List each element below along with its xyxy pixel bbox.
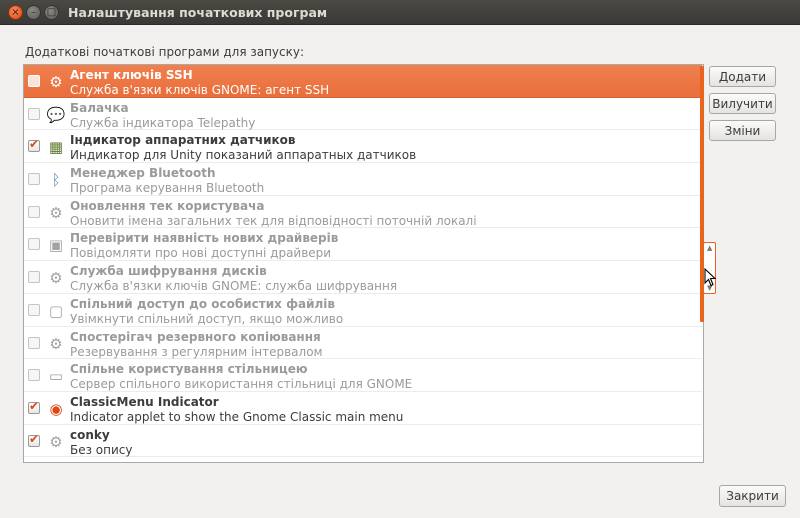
program-description: Служба індикатора Telepathy xyxy=(70,115,256,130)
driver-chip-icon: ▣ xyxy=(48,236,64,255)
enable-checkbox[interactable] xyxy=(28,271,40,284)
program-name: Балачка xyxy=(70,100,129,115)
scroll-up-icon: ▲ xyxy=(707,244,713,252)
program-description: Сервер спільного використання стільниці … xyxy=(70,377,413,392)
gears-icon: ⚙ xyxy=(49,73,63,91)
folder-share-icon: ▢ xyxy=(48,301,64,320)
program-description: Служба в'язки ключів GNOME: служба шифру… xyxy=(70,279,398,294)
enable-checkbox[interactable] xyxy=(28,137,40,153)
program-name: conky xyxy=(70,427,110,442)
startup-programs-list-inner: ⚙ Агент ключів SSH Служба в'язки ключів GN… xyxy=(24,65,702,458)
program-name: Агент ключів SSH xyxy=(70,68,193,82)
close-icon: × xyxy=(11,6,20,18)
list-item[interactable]: ⚙ Агент ключів SSH Служба в'язки ключів GN… xyxy=(24,65,702,98)
window-maximize-button[interactable]: □ xyxy=(44,5,59,20)
chat-bubble-icon: 💬 xyxy=(46,105,66,124)
hardware-chip-icon: ▦ xyxy=(48,138,64,157)
program-name: ClassicMenu Indicator xyxy=(70,394,219,409)
list-item-text: Спільний доступ до особистих файлів Увімк… xyxy=(70,297,698,327)
list-item[interactable]: 💬 Балачка Служба індикатора Telepathy xyxy=(24,98,702,131)
startup-programs-list[interactable]: ⚙ Агент ключів SSH Служба в'язки ключів GN… xyxy=(23,64,704,463)
bluetooth-icon: ᛒ xyxy=(51,171,61,190)
list-item[interactable]: ⚙ Оновлення тек користувача Оновити імена … xyxy=(24,196,702,229)
enable-checkbox[interactable] xyxy=(28,107,40,120)
startup-programs-label: Додаткові початкові програми для запуску… xyxy=(25,45,305,59)
list-item-text: Спостерігач резервного копіювання Резерву… xyxy=(70,330,698,360)
list-item[interactable]: ᛒ Менеджер Bluetooth Програма керування Bl… xyxy=(24,163,702,196)
program-description: Indicator applet to show the Gnome Class… xyxy=(70,409,404,424)
window-title: Налаштування початкових програм xyxy=(68,5,328,20)
enable-checkbox[interactable] xyxy=(28,369,40,382)
list-item[interactable]: ⚙ conkyБез опису xyxy=(24,425,702,458)
program-name: Перевірити наявність нових драйверів xyxy=(70,231,339,246)
close-button[interactable]: Закрити xyxy=(719,485,786,507)
window-minimize-button[interactable]: – xyxy=(26,5,41,20)
window-titlebar: × – □ Налаштування початкових програм xyxy=(0,0,800,25)
add-button[interactable]: Додати xyxy=(709,66,776,87)
program-description: Увімкнути спільний доступ, якщо можливо xyxy=(70,311,344,326)
list-item-text: Менеджер Bluetooth Програма керування Blu… xyxy=(70,166,698,196)
gears-icon: ⚙ xyxy=(49,203,63,222)
program-name: Спільний доступ до особистих файлів xyxy=(70,296,335,311)
program-description: Служба в'язки ключів GNOME: агент SSH xyxy=(70,83,330,97)
enable-checkbox[interactable] xyxy=(28,432,40,447)
list-item-text: Служба шифрування дисків Служба в'язки кл… xyxy=(70,264,698,294)
enable-checkbox[interactable] xyxy=(28,303,40,316)
list-item-text: Спільне користування стільницею Сервер сп… xyxy=(70,362,698,392)
program-description: Оновити імена загальних тек для відповід… xyxy=(70,213,477,228)
list-item-text: conky Без опису xyxy=(70,428,698,458)
ubuntu-logo-icon: ◉ xyxy=(49,399,63,418)
mouse-pointer-icon xyxy=(704,268,717,287)
desktop-share-icon: ▭ xyxy=(48,367,64,386)
program-description: Повідомляти про нові доступні драйвери xyxy=(70,246,332,261)
edit-button[interactable]: Зміни xyxy=(709,120,776,141)
program-name: Менеджер Bluetooth xyxy=(70,166,216,181)
program-description: Без опису xyxy=(70,442,133,457)
list-item-text: Перевірити наявність нових драйверів Пові… xyxy=(70,231,698,261)
window-close-button[interactable]: × xyxy=(8,5,23,20)
list-item[interactable]: ▢ Спільний доступ до особистих файлів Увім… xyxy=(24,294,702,327)
gears-icon: ⚙ xyxy=(49,334,63,353)
enable-checkbox[interactable] xyxy=(28,399,40,414)
list-item-text: Оновлення тек користувача Оновити імена з… xyxy=(70,199,698,229)
program-description: Резервування з регулярним інтервалом xyxy=(70,344,323,359)
program-name: Індикатор аппаратних датчиков xyxy=(70,133,296,148)
list-item[interactable]: ▣ Перевірити наявність нових драйверів Пов… xyxy=(24,228,702,262)
enable-checkbox[interactable] xyxy=(28,205,40,218)
list-item[interactable]: ▦ Індикатор аппаратних датчиковИндикатор … xyxy=(24,130,702,164)
program-name: Спільне користування стільницею xyxy=(70,362,308,377)
enable-checkbox[interactable] xyxy=(28,173,40,186)
program-description: Програма керування Bluetooth xyxy=(70,181,265,196)
list-item-text: Балачка Служба індикатора Telepathy xyxy=(70,101,698,131)
enable-checkbox[interactable] xyxy=(28,75,40,87)
gears-icon: ⚙ xyxy=(49,269,63,288)
list-item[interactable]: ⚙ Спостерігач резервного копіювання Резерв… xyxy=(24,327,702,360)
enable-checkbox[interactable] xyxy=(28,238,40,251)
remove-button[interactable]: Вилучити xyxy=(709,93,776,114)
list-item[interactable]: ⚙ Служба шифрування дисків Служба в'язки к… xyxy=(24,261,702,294)
program-name: Оновлення тек користувача xyxy=(70,198,265,213)
program-description: Индикатор для Unity показаний аппаратных… xyxy=(70,148,417,163)
program-name: Спостерігач резервного копіювання xyxy=(70,329,321,344)
minimize-icon: – xyxy=(31,6,36,18)
list-item-text: Агент ключів SSH Служба в'язки ключів GNO… xyxy=(70,68,698,98)
maximize-icon: □ xyxy=(46,6,57,18)
list-item[interactable]: ◉ ClassicMenu IndicatorIndicator applet t… xyxy=(24,392,702,425)
list-item-text: ClassicMenu Indicator Indicator applet to… xyxy=(70,395,698,425)
program-name: Служба шифрування дисків xyxy=(70,264,267,279)
gears-icon: ⚙ xyxy=(49,432,63,451)
enable-checkbox[interactable] xyxy=(28,336,40,349)
list-item[interactable]: ▭ Спільне користування стільницею Сервер с… xyxy=(24,359,702,392)
list-item-text: Індикатор аппаратних датчиков Индикатор д… xyxy=(70,133,698,163)
